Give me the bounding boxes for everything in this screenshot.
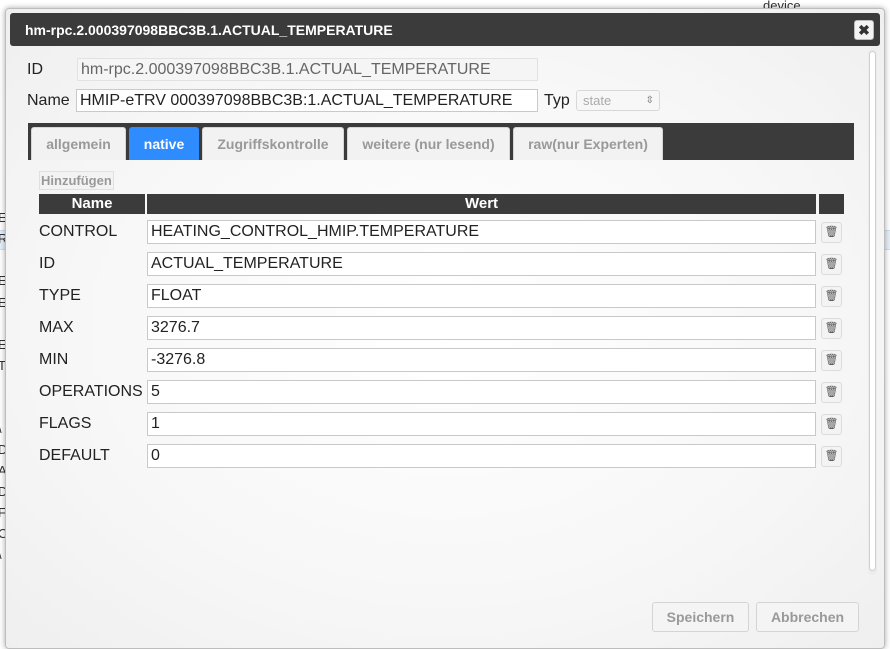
id-field: hm-rpc.2.000397098BBC3B.1.ACTUAL_TEMPERA… — [77, 58, 538, 81]
row-name: DEFAULT — [39, 447, 110, 464]
name-label: Name — [27, 91, 70, 109]
background-letter: \ — [0, 547, 2, 562]
close-icon[interactable]: ✖ — [854, 20, 874, 40]
row-name: OPERATIONS — [39, 383, 143, 400]
typ-select[interactable]: state ⇳ — [576, 90, 660, 111]
object-edit-dialog: hm-rpc.2.000397098BBC3B.1.ACTUAL_TEMPERA… — [5, 8, 885, 649]
table-row: MAX 3276.7 🗑 — [39, 316, 844, 341]
tab-zugriffskontrolle[interactable]: Zugriffskontrolle — [202, 127, 344, 160]
row-name: ID — [39, 255, 55, 272]
row-value-input[interactable]: 0 — [147, 444, 816, 468]
table-row: CONTROL HEATING_CONTROL_HMIP.TEMPERATURE… — [39, 220, 844, 245]
row-value-input[interactable]: 3276.7 — [147, 316, 816, 340]
column-header-name: Name — [39, 194, 145, 214]
trash-icon[interactable]: 🗑 — [821, 254, 842, 275]
row-name: MIN — [39, 351, 69, 368]
chevron-updown-icon: ⇳ — [645, 95, 654, 106]
table-row: TYPE FLOAT 🗑 — [39, 284, 844, 309]
trash-icon[interactable]: 🗑 — [821, 350, 842, 371]
trash-icon[interactable]: 🗑 — [821, 414, 842, 435]
tab-allgemein[interactable]: allgemein — [31, 127, 126, 160]
table-row: DEFAULT 0 🗑 — [39, 444, 844, 469]
row-value-input[interactable]: -3276.8 — [147, 348, 816, 372]
add-button[interactable]: Hinzufügen — [39, 171, 114, 190]
row-value-input[interactable]: ACTUAL_TEMPERATURE — [147, 252, 816, 276]
tab-raw[interactable]: raw(nur Experten) — [513, 127, 663, 160]
table-row: FLAGS 1 🗑 — [39, 412, 844, 437]
typ-select-value: state — [583, 93, 612, 108]
trash-icon[interactable]: 🗑 — [821, 446, 842, 467]
background-letter: \ — [0, 421, 2, 436]
column-header-value: Wert — [147, 194, 816, 214]
column-header-actions — [819, 194, 844, 214]
cancel-button[interactable]: Abbrechen — [756, 602, 859, 632]
trash-icon[interactable]: 🗑 — [821, 382, 842, 403]
row-value-input[interactable]: HEATING_CONTROL_HMIP.TEMPERATURE — [147, 220, 816, 244]
name-field[interactable]: HMIP-eTRV 000397098BBC3B:1.ACTUAL_TEMPER… — [76, 89, 538, 112]
row-name: TYPE — [39, 287, 81, 304]
table-row: ID ACTUAL_TEMPERATURE 🗑 — [39, 252, 844, 277]
scrollbar-thumb[interactable] — [869, 51, 876, 571]
trash-icon[interactable]: 🗑 — [821, 318, 842, 339]
row-value-input[interactable]: FLOAT — [147, 284, 816, 308]
row-name: FLAGS — [39, 415, 92, 432]
dialog-titlebar[interactable]: hm-rpc.2.000397098BBC3B.1.ACTUAL_TEMPERA… — [10, 13, 880, 46]
table-row: MIN -3276.8 🗑 — [39, 348, 844, 373]
tab-bar: allgemein native Zugriffskontrolle weite… — [28, 123, 854, 160]
trash-icon[interactable]: 🗑 — [821, 222, 842, 243]
table-row: OPERATIONS 5 🗑 — [39, 380, 844, 405]
dialog-title: hm-rpc.2.000397098BBC3B.1.ACTUAL_TEMPERA… — [25, 21, 393, 38]
row-value-input[interactable]: 1 — [147, 412, 816, 436]
save-button[interactable]: Speichern — [652, 602, 749, 632]
row-name: MAX — [39, 319, 74, 336]
name-row: Name HMIP-eTRV 000397098BBC3B:1.ACTUAL_T… — [27, 89, 660, 112]
id-row: ID hm-rpc.2.000397098BBC3B.1.ACTUAL_TEMP… — [27, 58, 538, 81]
dialog-scrollbar[interactable] — [868, 49, 877, 575]
row-value-input[interactable]: 5 — [147, 380, 816, 404]
id-label: ID — [27, 60, 43, 78]
typ-label: Typ — [544, 91, 570, 109]
trash-icon[interactable]: 🗑 — [821, 286, 842, 307]
row-name: CONTROL — [39, 223, 118, 240]
tab-weitere[interactable]: weitere (nur lesend) — [347, 127, 510, 160]
tab-native[interactable]: native — [129, 127, 199, 160]
